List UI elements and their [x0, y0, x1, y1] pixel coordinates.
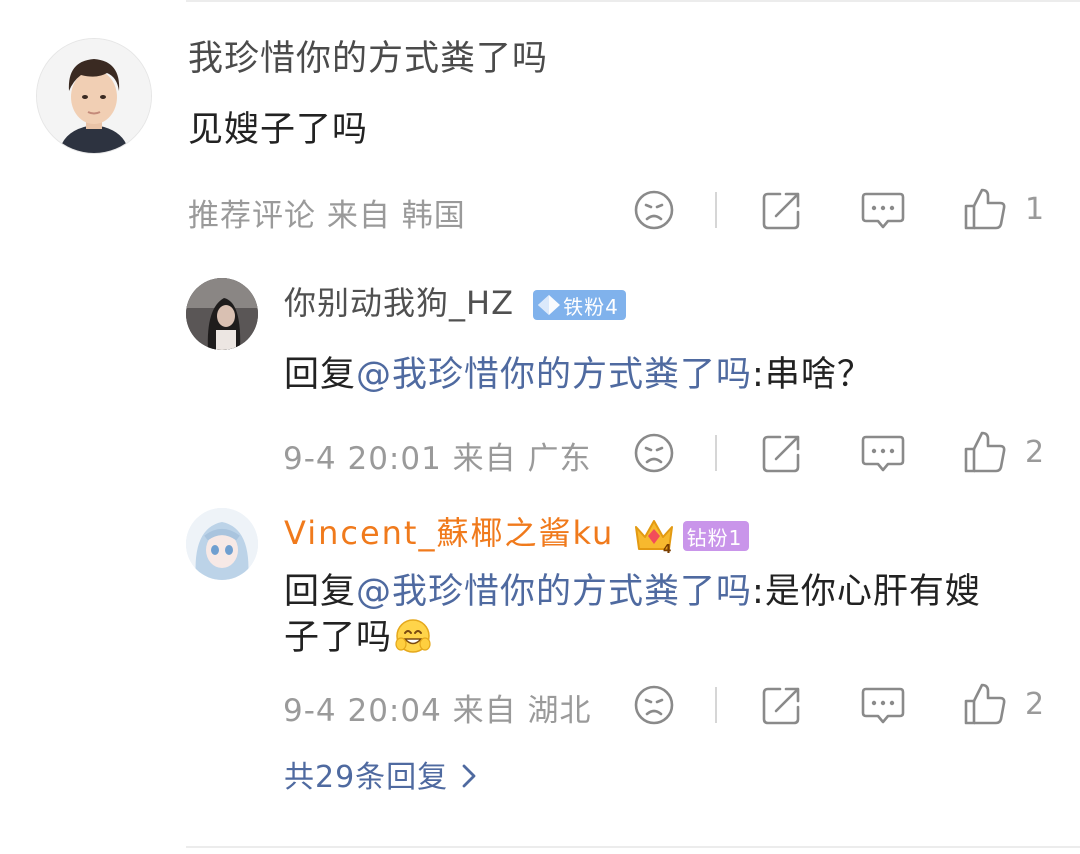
fan-badge: 钻粉1 [682, 521, 750, 551]
share-icon[interactable] [760, 188, 804, 232]
reply2-meta: 9-4 20:04 来自 湖北 [283, 693, 592, 729]
main-comment-meta: 推荐评论 来自 韩国 [188, 198, 466, 234]
share-icon[interactable] [760, 431, 804, 475]
thumbs-up-icon[interactable] [962, 681, 1008, 727]
reply-body: :是你心肝有嫂 [752, 572, 981, 612]
main-comment-avatar[interactable] [36, 38, 152, 154]
thumbs-up-icon[interactable] [962, 186, 1008, 232]
reply-prefix: 回复 [284, 572, 357, 612]
avatar-girl-icon [186, 278, 258, 350]
action-separator [715, 435, 717, 471]
comment-icon[interactable] [860, 683, 906, 727]
reply2-avatar[interactable] [186, 508, 258, 580]
reply1-meta: 9-4 20:01 来自 广东 [283, 441, 592, 477]
reply2-text-line1: 回复@我珍惜你的方式粪了吗:是你心肝有嫂 [284, 563, 981, 614]
mention-link[interactable]: @我珍惜你的方式粪了吗 [356, 355, 752, 395]
more-replies-link[interactable]: 共29条回复 [284, 752, 479, 796]
action-separator [715, 687, 717, 723]
bottom-divider [186, 846, 1080, 848]
crown-level: 4 [663, 542, 672, 555]
main-like-count: 1 [1025, 192, 1045, 227]
comment-icon[interactable] [860, 188, 906, 232]
mention-link[interactable]: @我珍惜你的方式粪了吗 [356, 572, 752, 612]
top-divider [186, 0, 1080, 2]
reply2-author[interactable]: Vincent_蘇椰之酱ku 4 钻粉1 [284, 508, 750, 556]
chevron-right-icon [462, 764, 476, 788]
reply2-like-count: 2 [1025, 687, 1045, 722]
crown-icon: 4 [635, 520, 674, 556]
avatar-boy-icon [37, 39, 151, 153]
reply1-author-name: 你别动我狗_HZ [284, 284, 514, 322]
sad-face-icon[interactable] [632, 188, 676, 232]
diamond-icon [538, 295, 561, 315]
sad-face-icon[interactable] [632, 431, 676, 475]
main-comment-text: 见嫂子了吗 [188, 110, 369, 150]
reply2-text-line2: 子了吗 [284, 609, 432, 660]
reply1-text: 回复@我珍惜你的方式粪了吗:串啥？ [284, 346, 873, 397]
fan-badge[interactable]: 铁粉4 [533, 290, 626, 320]
reply-prefix: 回复 [284, 355, 357, 395]
more-replies-label: 共29条回复 [284, 760, 459, 795]
sad-face-icon[interactable] [632, 683, 676, 727]
reply2-author-name: Vincent_蘇椰之酱ku [284, 514, 615, 552]
comment-icon[interactable] [860, 431, 906, 475]
reply1-like-count: 2 [1025, 435, 1045, 470]
reply1-avatar[interactable] [186, 278, 258, 350]
reply1-author[interactable]: 你别动我狗_HZ 铁粉4 [284, 278, 626, 324]
avatar-anime-girl-icon [186, 508, 258, 580]
reply-body: :串啥？ [752, 355, 873, 395]
badge-label: 钻粉1 [686, 525, 743, 550]
thumbs-up-icon[interactable] [962, 429, 1008, 475]
reply-body: 子了吗 [284, 618, 393, 658]
smile-emoji-icon [395, 619, 431, 653]
share-icon[interactable] [760, 683, 804, 727]
badge-label: 铁粉4 [563, 294, 619, 319]
action-separator [715, 192, 717, 228]
main-comment-author[interactable]: 我珍惜你的方式粪了吗 [188, 30, 548, 81]
crown-badge[interactable]: 4 钻粉1 [633, 515, 750, 556]
